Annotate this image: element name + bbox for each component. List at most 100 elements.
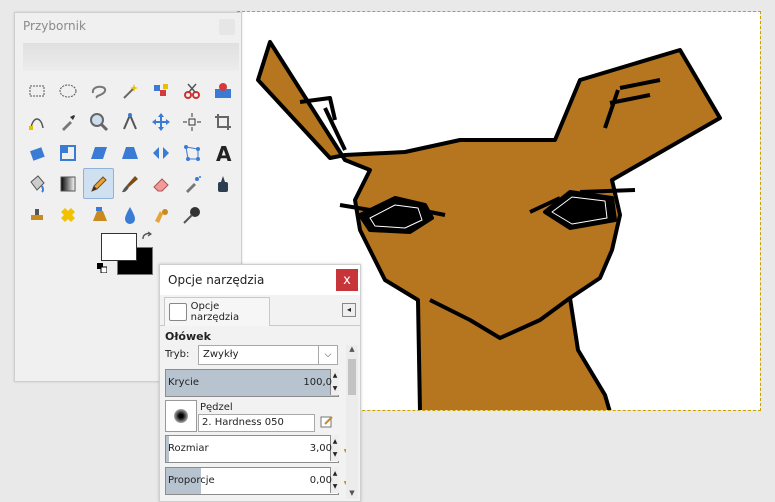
tool-button-text[interactable]: A	[207, 137, 238, 168]
cage-icon	[183, 144, 200, 161]
airbrush-icon	[185, 175, 201, 193]
chevron-down-icon: ⌵	[318, 346, 337, 364]
perspective-clone-icon	[92, 206, 107, 221]
tool-button-magic-wand[interactable]	[114, 75, 145, 106]
tool-button-zoom[interactable]	[83, 106, 114, 137]
crop-icon	[214, 113, 231, 130]
tool-grid: A	[21, 75, 241, 230]
toolbox-title: Przybornik	[23, 19, 86, 33]
gimp-logo-banner	[23, 43, 239, 71]
paths-icon	[28, 117, 44, 130]
blur-icon	[124, 206, 135, 224]
clone-icon	[30, 208, 43, 220]
tool-button-crop[interactable]	[207, 106, 238, 137]
scroll-up-icon[interactable]: ▲	[346, 345, 358, 355]
blend-icon	[60, 176, 75, 191]
toolbox-close-button[interactable]	[219, 19, 235, 35]
foreground-color-swatch[interactable]	[101, 233, 137, 261]
tool-button-heal[interactable]	[52, 199, 83, 230]
tool-button-ink[interactable]	[207, 168, 238, 199]
heal-icon	[60, 207, 75, 222]
tool-button-move[interactable]	[145, 106, 176, 137]
tool-button-blend[interactable]	[52, 168, 83, 199]
tool-button-flip[interactable]	[145, 137, 176, 168]
swap-colors-icon[interactable]	[141, 231, 153, 243]
tool-button-smudge[interactable]	[145, 199, 176, 230]
foreground-select-icon	[214, 82, 231, 98]
rotate-icon	[29, 146, 45, 161]
default-colors-icon[interactable]	[97, 263, 107, 273]
brush-name-field[interactable]: 2. Hardness 050	[198, 414, 315, 432]
tool-button-eraser[interactable]	[145, 168, 176, 199]
mode-value: Zwykły	[203, 349, 239, 360]
tool-button-blur[interactable]	[114, 199, 145, 230]
svg-text:A: A	[216, 143, 232, 163]
scale-icon	[59, 144, 76, 161]
close-button[interactable]: x	[336, 269, 358, 291]
toolbox-titlebar[interactable]: Przybornik	[15, 13, 241, 41]
color-area	[97, 231, 161, 279]
aspect-ratio-label: Proporcje	[168, 475, 215, 486]
brush-shape-icon	[174, 409, 188, 423]
scissors-icon	[183, 83, 200, 99]
edit-brush-icon[interactable]	[320, 415, 334, 429]
tool-button-scale[interactable]	[52, 137, 83, 168]
tool-button-paths[interactable]	[21, 106, 52, 137]
tool-button-measure[interactable]	[114, 106, 145, 137]
tool-button-rotate[interactable]	[21, 137, 52, 168]
align-icon	[182, 112, 201, 131]
tool-button-foreground-select[interactable]	[207, 75, 238, 106]
mode-dropdown[interactable]: Zwykły ⌵	[198, 345, 338, 365]
dodge-burn-icon	[182, 206, 200, 224]
rect-select-icon	[29, 85, 44, 96]
tool-button-paintbrush[interactable]	[114, 168, 145, 199]
options-scrollbar[interactable]: ▲ ▼	[346, 345, 358, 499]
tool-button-color-picker[interactable]	[52, 106, 83, 137]
color-picker-icon	[61, 114, 75, 131]
tab-tool-options[interactable]: Opcje narzędzia	[164, 297, 270, 326]
measure-icon	[122, 112, 137, 129]
ellipse-select-icon	[59, 84, 76, 97]
tool-name-heading: Ołówek	[165, 330, 211, 343]
tool-button-lasso[interactable]	[83, 75, 114, 106]
paintbrush-icon	[121, 175, 138, 192]
text-icon: A	[216, 143, 232, 163]
tool-button-perspective-clone[interactable]	[83, 199, 114, 230]
perspective-icon	[121, 146, 138, 159]
tool-button-rect-select[interactable]	[21, 75, 52, 106]
opacity-slider[interactable]: Krycie 100,0 ▲ ▼	[165, 369, 339, 397]
opacity-label: Krycie	[168, 377, 200, 388]
tool-options-titlebar[interactable]: Opcje narzędzia x	[160, 265, 360, 295]
tab-menu-button[interactable]: ◂	[342, 303, 356, 317]
bucket-fill-icon	[29, 174, 45, 193]
size-slider[interactable]: Rozmiar 3,00 ▲ ▼	[165, 435, 339, 463]
scrollbar-thumb[interactable]	[348, 359, 356, 395]
mode-label: Tryb:	[165, 349, 190, 360]
opacity-value: 100,0	[303, 377, 332, 388]
tool-button-clone[interactable]	[21, 199, 52, 230]
tool-button-perspective[interactable]	[114, 137, 145, 168]
tool-button-align[interactable]	[176, 106, 207, 137]
tool-button-pencil[interactable]	[83, 168, 114, 199]
scroll-down-icon[interactable]: ▼	[346, 489, 358, 499]
tool-button-dodge-burn[interactable]	[176, 199, 207, 230]
ink-icon	[217, 175, 228, 192]
tool-button-ellipse-select[interactable]	[52, 75, 83, 106]
tool-button-bucket-fill[interactable]	[21, 168, 52, 199]
brush-preview-button[interactable]	[165, 400, 197, 432]
tool-button-shear[interactable]	[83, 137, 114, 168]
tool-options-dialog[interactable]: Opcje narzędzia x Opcje narzędzia ◂ Ołów…	[159, 264, 361, 502]
tab-label: Opcje narzędzia	[190, 301, 240, 323]
tool-button-cage[interactable]	[176, 137, 207, 168]
close-icon: x	[343, 272, 351, 288]
shear-icon	[90, 146, 107, 159]
pencil-icon	[90, 175, 107, 192]
smudge-icon	[154, 208, 168, 223]
size-label: Rozmiar	[168, 443, 209, 454]
tool-button-select-by-color[interactable]	[145, 75, 176, 106]
flip-icon	[152, 146, 169, 159]
tool-button-scissors[interactable]	[176, 75, 207, 106]
tool-button-airbrush[interactable]	[176, 168, 207, 199]
select-by-color-icon	[153, 83, 168, 96]
aspect-ratio-slider[interactable]: Proporcje 0,00 ▲ ▼	[165, 467, 339, 495]
